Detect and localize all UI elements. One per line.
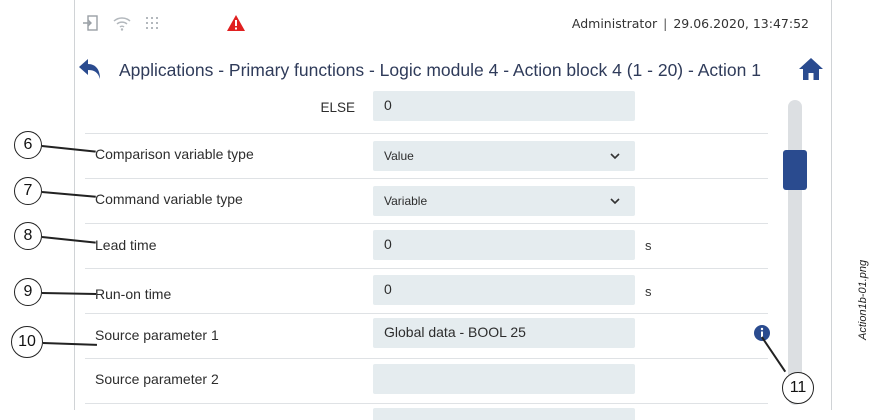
datetime: 29.06.2020, 13:47:52: [673, 16, 809, 31]
list-item: Lead time 0 s: [85, 224, 768, 269]
status-separator: |: [663, 16, 668, 31]
callout-11: 11: [782, 372, 814, 404]
chevron-down-icon: [609, 194, 621, 206]
back-arrow-icon[interactable]: [77, 56, 103, 82]
list-item: Source parameter 1 Global data - BOOL 25: [85, 314, 770, 359]
field-value: 0: [384, 236, 392, 252]
command-variable-type-select[interactable]: Variable: [373, 186, 635, 216]
network-grid-icon[interactable]: [143, 12, 165, 34]
field-value: Variable: [384, 194, 428, 208]
warning-icon[interactable]: [225, 12, 247, 34]
breadcrumb: Applications - Primary functions - Logic…: [119, 60, 761, 80]
login-icon[interactable]: [79, 12, 101, 34]
row-label: ELSE: [320, 100, 355, 115]
scrollbar-thumb[interactable]: [783, 150, 807, 190]
panel-right-border: [831, 0, 832, 410]
chevron-down-icon: [609, 149, 621, 161]
else-input[interactable]: 0: [373, 91, 635, 121]
row-label: Lead time: [95, 237, 157, 253]
scrollbar-track[interactable]: [788, 100, 802, 405]
list-item: Command variable type Variable: [85, 179, 768, 224]
source-parameter-1-input[interactable]: Global data - BOOL 25: [373, 318, 635, 348]
callout-6: 6: [14, 131, 42, 159]
unit-label: s: [645, 284, 652, 299]
callout-9-leader: [41, 292, 97, 295]
page-header: Applications - Primary functions - Logic…: [75, 52, 831, 90]
source-parameter-2-input[interactable]: [373, 364, 635, 394]
list-item: Run-on time 0 s: [85, 269, 768, 314]
home-icon[interactable]: [797, 55, 825, 83]
row-label: Source parameter 1: [95, 327, 219, 343]
list-item: Source parameter 2: [85, 359, 768, 404]
list-item: ELSE 0: [85, 90, 768, 134]
field-value: 0: [384, 281, 392, 297]
list-item: Comparison variable type Value: [85, 134, 768, 179]
unit-label: s: [645, 238, 652, 253]
callout-8: 8: [14, 222, 42, 250]
comparison-variable-type-select[interactable]: Value: [373, 141, 635, 171]
lead-time-input[interactable]: 0: [373, 230, 635, 260]
status-text: Administrator | 29.06.2020, 13:47:52: [572, 16, 809, 31]
callout-7: 7: [14, 177, 42, 205]
field-value: 0: [384, 97, 392, 113]
next-field-partial[interactable]: [373, 408, 635, 420]
row-label: Command variable type: [95, 191, 243, 207]
wifi-icon[interactable]: [111, 12, 133, 34]
callout-10: 10: [11, 326, 43, 358]
field-value: Global data - BOOL 25: [384, 324, 526, 340]
callout-9: 9: [14, 278, 42, 306]
user-name: Administrator: [571, 16, 658, 31]
row-label: Run-on time: [95, 286, 172, 302]
run-on-time-input[interactable]: 0: [373, 275, 635, 305]
settings-list: ELSE 0 Comparison variable type Value Co…: [75, 90, 775, 420]
image-caption: Action1b-01.png: [857, 259, 869, 340]
field-value: Value: [384, 149, 414, 163]
row-label: Comparison variable type: [95, 146, 254, 162]
status-bar: Administrator | 29.06.2020, 13:47:52: [75, 0, 831, 46]
row-label: Source parameter 2: [95, 371, 219, 387]
